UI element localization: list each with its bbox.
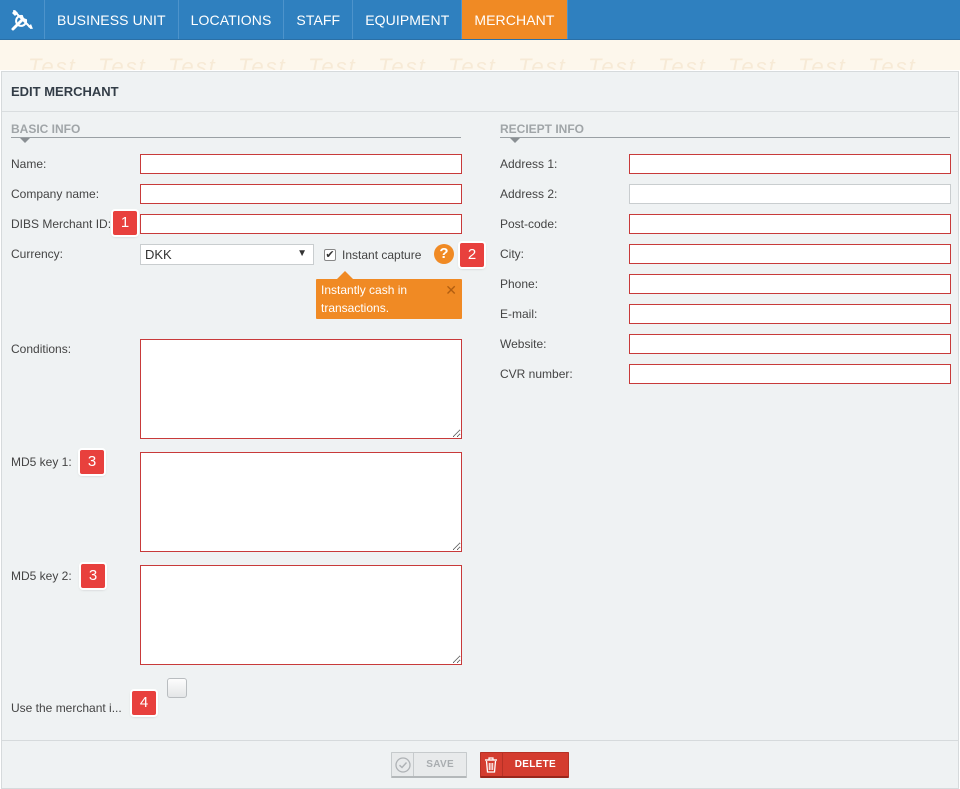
tab-merchant[interactable]: MERCHANT [462, 0, 568, 39]
md5-key2-label: MD5 key 2: [11, 569, 72, 583]
annotation-badge-2: 2 [460, 243, 484, 267]
help-icon[interactable]: ? [434, 244, 454, 264]
close-icon[interactable]: ✕ [445, 281, 457, 299]
watermark-text: Test [588, 54, 637, 70]
tooltip-text: Instantly cash in transactions. [321, 283, 408, 315]
cvr-number-label: CVR number: [500, 367, 573, 381]
basic-info-title: BASIC INFO [11, 122, 81, 136]
action-footer: SAVE DELETE [2, 740, 958, 788]
tab-staff[interactable]: STAFF [284, 0, 354, 39]
watermark-strip: Test Test Test Test Test Test Test Test … [0, 40, 960, 70]
watermark-text: Test [378, 54, 427, 70]
section-arrow-icon [20, 138, 30, 143]
save-button[interactable]: SAVE [391, 752, 467, 778]
chevron-down-icon: ▼ [297, 248, 307, 259]
conditions-textarea[interactable] [140, 339, 462, 439]
phone-input[interactable] [629, 274, 951, 294]
delete-button-label: DELETE [514, 759, 556, 770]
page-title: EDIT MERCHANT [2, 72, 958, 112]
md5-key1-textarea[interactable] [140, 452, 462, 552]
merchant-id-label: DIBS Merchant ID: [11, 217, 112, 231]
annotation-badge-4: 4 [132, 691, 156, 715]
city-input[interactable] [629, 244, 951, 264]
watermark-text: Test [448, 54, 497, 70]
save-button-label: SAVE [426, 759, 454, 770]
watermark-text: Test [308, 54, 357, 70]
tab-business-unit[interactable]: BUSINESS UNIT [45, 0, 179, 39]
company-name-label: Company name: [11, 187, 100, 201]
name-label: Name: [11, 157, 47, 171]
tab-locations[interactable]: LOCATIONS [179, 0, 285, 39]
watermark-text: Test [868, 54, 917, 70]
trash-icon [481, 753, 503, 776]
email-label: E-mail: [500, 307, 538, 321]
annotation-badge-3: 3 [80, 450, 104, 474]
postcode-input[interactable] [629, 214, 951, 234]
tools-icon[interactable] [0, 0, 45, 39]
watermark-text: Test [518, 54, 567, 70]
edit-merchant-panel: EDIT MERCHANT BASIC INFO Name: Company n… [1, 71, 959, 789]
instant-capture-tooltip: Instantly cash in transactions. ✕ [316, 279, 462, 319]
watermark-text: Test [728, 54, 777, 70]
section-arrow-icon [510, 138, 520, 143]
address2-label: Address 2: [500, 187, 558, 201]
md5-key1-label: MD5 key 1: [11, 455, 72, 469]
conditions-label: Conditions: [11, 342, 72, 356]
merchant-id-input[interactable] [140, 214, 462, 234]
tab-equipment[interactable]: EQUIPMENT [353, 0, 463, 39]
check-circle-icon [392, 753, 415, 776]
watermark-text: Test [28, 54, 77, 70]
annotation-badge-1: 1 [113, 211, 137, 235]
name-input[interactable] [140, 154, 462, 174]
address2-input[interactable] [629, 184, 951, 204]
address1-label: Address 1: [500, 157, 558, 171]
address1-input[interactable] [629, 154, 951, 174]
use-merchant-label: Use the merchant i... [11, 701, 122, 715]
website-label: Website: [500, 337, 547, 351]
instant-capture-checkbox[interactable]: ✔ [324, 249, 336, 261]
cvr-number-input[interactable] [629, 364, 951, 384]
currency-select[interactable]: DKK ▼ [140, 244, 314, 265]
postcode-label: Post-code: [500, 217, 558, 231]
annotation-badge-3b: 3 [81, 564, 105, 588]
use-merchant-checkbox[interactable] [167, 678, 187, 698]
receipt-info-title: RECIEPT INFO [500, 122, 585, 136]
delete-button[interactable]: DELETE [480, 752, 569, 778]
md5-key2-textarea[interactable] [140, 565, 462, 665]
receipt-info-divider [500, 137, 950, 138]
city-label: City: [500, 247, 524, 261]
currency-label: Currency: [11, 247, 64, 261]
currency-value: DKK [145, 247, 172, 262]
company-name-input[interactable] [140, 184, 462, 204]
instant-capture-label: Instant capture [342, 248, 422, 262]
email-input[interactable] [629, 304, 951, 324]
watermark-text: Test [238, 54, 287, 70]
website-input[interactable] [629, 334, 951, 354]
phone-label: Phone: [500, 277, 539, 291]
watermark-text: Test [798, 54, 847, 70]
top-navigation: BUSINESS UNIT LOCATIONS STAFF EQUIPMENT … [0, 0, 960, 40]
watermark-text: Test [658, 54, 707, 70]
watermark-text: Test [98, 54, 147, 70]
watermark-text: Test [168, 54, 217, 70]
basic-info-divider [11, 137, 461, 138]
